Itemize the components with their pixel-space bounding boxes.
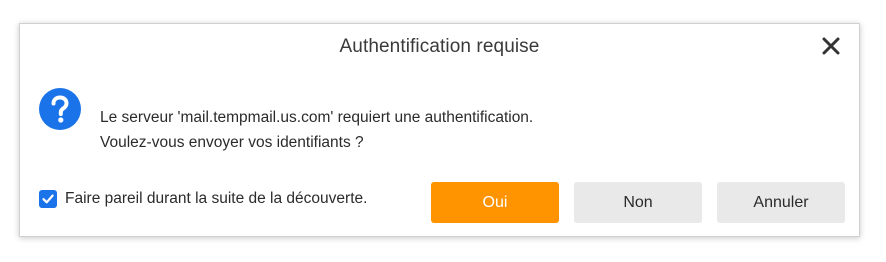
cancel-button[interactable]: Annuler xyxy=(717,182,845,223)
remember-choice-checkbox[interactable] xyxy=(39,190,57,208)
message-line-2: Voulez-vous envoyer vos identifiants ? xyxy=(100,134,364,151)
remember-choice-row[interactable]: Faire pareil durant la suite de la décou… xyxy=(39,190,367,208)
auth-dialog: Authentification requise Le serveur 'mai… xyxy=(19,23,860,237)
dialog-title: Authentification requise xyxy=(339,36,540,57)
no-button[interactable]: Non xyxy=(574,182,702,223)
message-line-1: Le serveur 'mail.tempmail.us.com' requie… xyxy=(100,109,534,126)
checkmark-icon xyxy=(42,194,54,204)
close-button[interactable] xyxy=(819,34,843,58)
question-icon xyxy=(39,88,81,130)
yes-button[interactable]: Oui xyxy=(431,182,559,223)
close-icon xyxy=(822,37,840,55)
dialog-message: Le serveur 'mail.tempmail.us.com' requie… xyxy=(100,105,533,155)
remember-choice-label: Faire pareil durant la suite de la décou… xyxy=(65,190,368,207)
